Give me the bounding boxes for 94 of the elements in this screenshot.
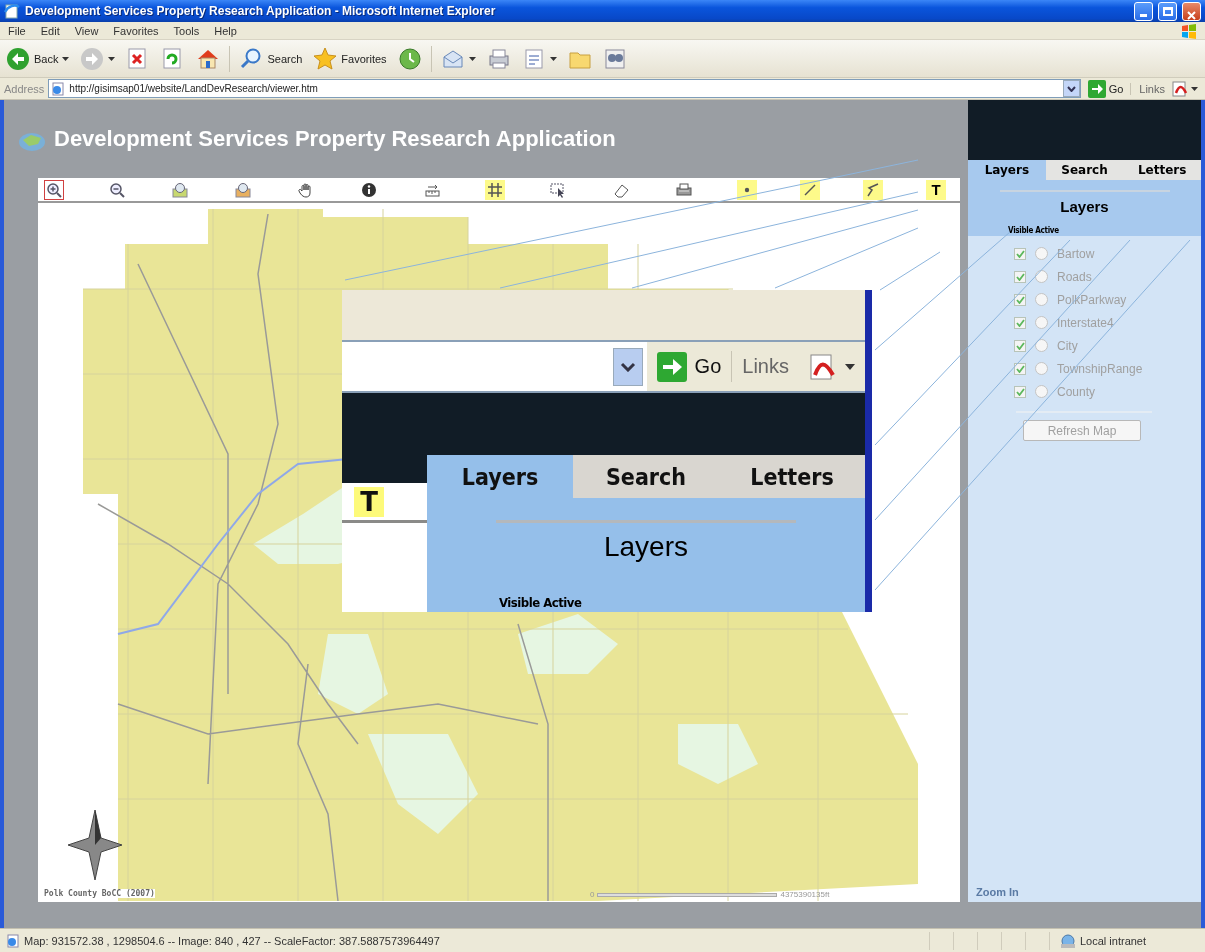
maximize-button[interactable]	[1158, 1, 1177, 21]
layer-name: Roads	[1057, 269, 1092, 284]
menu-item[interactable]: Help	[214, 24, 237, 37]
layer-name: TownshipRange	[1057, 361, 1143, 376]
back-icon	[6, 46, 30, 71]
address-field[interactable]	[342, 342, 647, 391]
address-label: Address	[4, 82, 45, 95]
star-icon	[313, 46, 338, 71]
close-icon	[1187, 10, 1196, 20]
grid-icon	[487, 181, 503, 198]
check-icon	[1015, 272, 1025, 281]
map-magnifier-icon	[172, 181, 188, 198]
ie-page-icon	[6, 933, 20, 948]
minimize-button[interactable]	[1134, 1, 1153, 21]
status-text: Map: 931572.38 , 1298504.6 -- Image: 840 , 427 -- ScaleFactor: 387.5887573964497	[24, 934, 441, 947]
column-caption: Visible Active	[1008, 226, 1059, 235]
links-label[interactable]: Links	[1130, 82, 1165, 95]
ie-page-icon	[4, 3, 20, 19]
scale-label: 4375390135ft	[780, 890, 830, 899]
caret-icon	[62, 56, 70, 61]
layer-name: PolkParkway	[1057, 292, 1127, 307]
polyline-tool-button[interactable]	[863, 179, 883, 200]
address-field[interactable]: http://gisimsap01/website/LandDevResearch/viewer.htm	[48, 79, 1081, 98]
layer-name: Bartow	[1057, 246, 1095, 261]
panel-tab[interactable]: Letters	[719, 455, 865, 498]
search-button[interactable]: Search	[237, 44, 305, 73]
chevron-icon	[1066, 85, 1076, 92]
pdf-button[interactable]	[1169, 80, 1201, 97]
map-credit: Polk County BoCC (2007)	[44, 889, 155, 898]
caret-icon	[845, 363, 855, 370]
go-button[interactable]: Go	[1084, 79, 1127, 98]
scale-label: 0	[590, 890, 595, 899]
menu-item[interactable]: File	[8, 24, 26, 37]
binoculars-icon	[602, 46, 627, 71]
app-title: Development Services Property Research Application	[54, 126, 616, 152]
column-caption: Visible Active	[499, 595, 582, 610]
grid-tool-button[interactable]	[485, 179, 505, 200]
panel-tab[interactable]: Letters	[1123, 160, 1201, 180]
dropdown-button[interactable]	[612, 347, 643, 386]
check-icon	[1015, 249, 1025, 258]
pdf-icon	[1172, 80, 1188, 97]
menu-item[interactable]: Tools	[173, 24, 200, 37]
menu-item[interactable]: View	[74, 24, 99, 37]
go-button[interactable]: Go	[646, 351, 732, 382]
layer-name: City	[1057, 338, 1078, 353]
menu-item[interactable]: Edit	[40, 24, 60, 37]
pdf-icon	[809, 352, 837, 381]
zoom-in-tool-button[interactable]	[44, 179, 64, 200]
panel-heading: Layers	[603, 531, 688, 563]
check-icon	[1015, 295, 1025, 304]
forward-icon	[80, 46, 105, 71]
check-icon	[1015, 341, 1025, 350]
text-tool-button[interactable]: T	[926, 179, 946, 200]
clock-icon	[397, 46, 422, 71]
layer-name: County	[1057, 384, 1096, 399]
back-button[interactable]: Back	[4, 44, 72, 73]
line-icon	[802, 181, 818, 198]
panel-tab[interactable]: Search	[573, 455, 719, 498]
favorites-button[interactable]: Favorites	[311, 44, 389, 73]
window-title: Development Services Property Research Application - Microsoft Internet Explorer	[25, 4, 497, 18]
check-icon	[1015, 387, 1025, 396]
dropdown-button[interactable]	[1062, 80, 1080, 97]
point-tool-button[interactable]	[737, 179, 757, 200]
map-magnifier-icon	[235, 181, 251, 198]
info-icon	[361, 181, 377, 198]
tool-status: Zoom In	[975, 886, 1020, 900]
check-icon	[1015, 318, 1025, 327]
menu-item[interactable]: Favorites	[113, 24, 159, 37]
network-globe-icon	[1060, 932, 1076, 949]
caret-icon	[1191, 86, 1198, 91]
compass-rose-icon	[68, 810, 122, 880]
chevron-icon	[619, 361, 636, 372]
zoom-in-icon	[46, 181, 62, 198]
print-icon	[486, 46, 511, 71]
polyline-icon	[865, 181, 881, 198]
links-label[interactable]: Links	[731, 351, 799, 382]
line-tool-button[interactable]	[800, 179, 820, 200]
print-icon	[676, 181, 692, 198]
layer-name: Interstate4	[1057, 315, 1114, 330]
close-button[interactable]	[1182, 1, 1201, 21]
panel-heading: Layers	[1060, 198, 1109, 215]
caret-icon	[108, 56, 116, 61]
caret-icon	[468, 56, 476, 61]
caret-icon	[549, 56, 557, 61]
security-zone: Local intranet	[1080, 934, 1147, 947]
text-tool-button[interactable]: T	[354, 486, 384, 517]
hand-icon	[298, 181, 314, 198]
windows-flag-icon	[1181, 22, 1197, 39]
page-icon	[51, 81, 66, 96]
panel-tab[interactable]: Layers	[968, 160, 1046, 180]
check-icon	[1015, 364, 1025, 373]
select-icon	[550, 181, 566, 198]
panel-tab[interactable]: Search	[1045, 160, 1124, 180]
zoom-out-icon	[109, 181, 125, 198]
